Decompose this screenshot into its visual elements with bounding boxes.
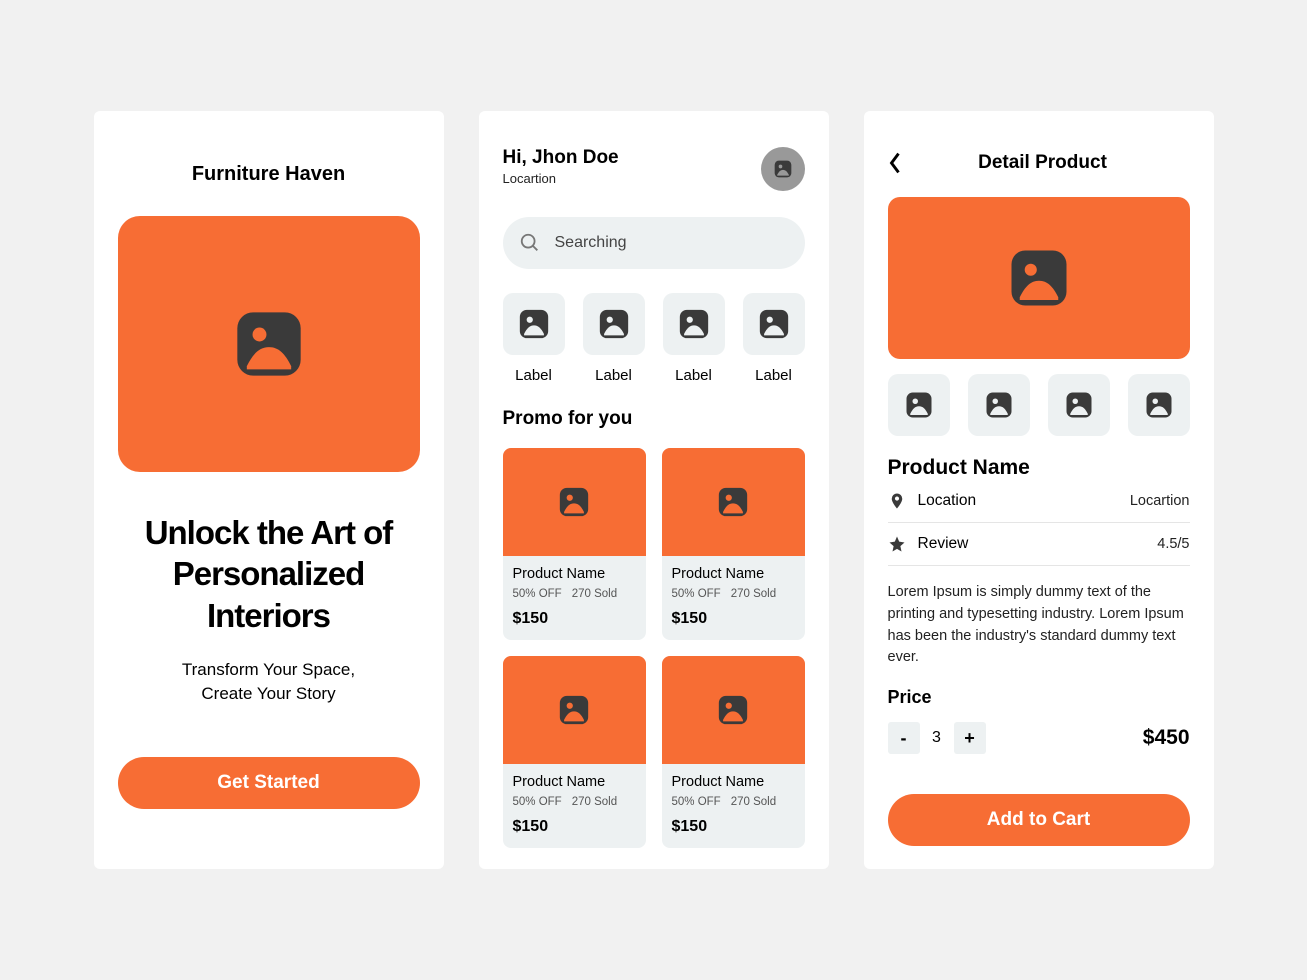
avatar[interactable]: [761, 147, 805, 191]
sold-count: 270 Sold: [572, 588, 617, 600]
image-placeholder-icon: [557, 693, 591, 727]
category-label: Label: [675, 367, 712, 384]
discount-badge: 50% OFF: [513, 796, 562, 808]
product-name: Product Name: [513, 566, 636, 582]
sold-count: 270 Sold: [731, 796, 776, 808]
discount-badge: 50% OFF: [672, 796, 721, 808]
avatar-image-icon: [773, 159, 793, 179]
subtitle-line2: Create Your Story: [118, 682, 420, 707]
onboarding-screen: Furniture Haven Unlock the Art of Person…: [94, 111, 444, 869]
product-price: $150: [513, 610, 636, 628]
subtitle-line1: Transform Your Space,: [118, 658, 420, 683]
promo-section-title: Promo for you: [503, 408, 805, 430]
image-placeholder-icon: [231, 306, 307, 382]
image-placeholder-icon: [597, 307, 631, 341]
quantity-stepper: - 3 +: [888, 722, 986, 754]
search-placeholder: Searching: [555, 234, 627, 252]
thumbnail[interactable]: [968, 374, 1030, 436]
image-placeholder-icon: [716, 485, 750, 519]
category-row: Label Label Label Label: [503, 293, 805, 384]
discount-badge: 50% OFF: [513, 588, 562, 600]
category-item[interactable]: Label: [583, 293, 645, 384]
get-started-button[interactable]: Get Started: [118, 757, 420, 809]
product-card[interactable]: Product Name 50% OFF 270 Sold $150: [503, 656, 646, 848]
total-price: $450: [1143, 726, 1190, 750]
subtitle: Transform Your Space, Create Your Story: [118, 658, 420, 707]
image-placeholder-icon: [677, 307, 711, 341]
detail-screen: Detail Product Product Name Location Loc…: [864, 111, 1214, 869]
product-price: $150: [672, 818, 795, 836]
image-placeholder-icon: [904, 390, 934, 420]
home-screen: Hi, Jhon Doe Locartion Searching Label L…: [479, 111, 829, 869]
sold-count: 270 Sold: [731, 588, 776, 600]
review-value: 4.5/5: [1157, 536, 1189, 552]
product-description: Lorem Ipsum is simply dummy text of the …: [888, 582, 1190, 669]
review-row: Review 4.5/5: [888, 523, 1190, 566]
brand-title: Furniture Haven: [118, 163, 420, 186]
user-location: Locartion: [503, 171, 619, 186]
category-item[interactable]: Label: [663, 293, 725, 384]
category-item[interactable]: Label: [503, 293, 565, 384]
thumbnail[interactable]: [888, 374, 950, 436]
headline: Unlock the Art of Personalized Interiors: [118, 512, 420, 636]
product-card[interactable]: Product Name 50% OFF 270 Sold $150: [662, 656, 805, 848]
product-hero-image: [888, 197, 1190, 359]
category-label: Label: [755, 367, 792, 384]
product-name: Product Name: [672, 566, 795, 582]
image-placeholder-icon: [557, 485, 591, 519]
increment-button[interactable]: +: [954, 722, 986, 754]
image-placeholder-icon: [757, 307, 791, 341]
image-placeholder-icon: [1006, 245, 1072, 311]
image-placeholder-icon: [1144, 390, 1174, 420]
review-label: Review: [918, 535, 969, 553]
product-name: Product Name: [888, 456, 1190, 480]
image-placeholder-icon: [984, 390, 1014, 420]
quantity-value: 3: [930, 729, 944, 747]
add-to-cart-button[interactable]: Add to Cart: [888, 794, 1190, 846]
image-placeholder-icon: [1064, 390, 1094, 420]
location-row: Location Locartion: [888, 480, 1190, 523]
image-placeholder-icon: [517, 307, 551, 341]
thumbnail-row: [888, 374, 1190, 436]
price-label: Price: [888, 687, 1190, 708]
star-icon: [888, 535, 906, 553]
search-input[interactable]: Searching: [503, 217, 805, 269]
page-title: Detail Product: [896, 152, 1190, 174]
thumbnail[interactable]: [1048, 374, 1110, 436]
product-grid: Product Name 50% OFF 270 Sold $150 Produc…: [503, 448, 805, 848]
product-name: Product Name: [672, 774, 795, 790]
pin-icon: [888, 492, 906, 510]
search-icon: [519, 232, 541, 254]
product-card[interactable]: Product Name 50% OFF 270 Sold $150: [662, 448, 805, 640]
product-card[interactable]: Product Name 50% OFF 270 Sold $150: [503, 448, 646, 640]
greeting: Hi, Jhon Doe: [503, 147, 619, 169]
discount-badge: 50% OFF: [672, 588, 721, 600]
hero-image: [118, 216, 420, 472]
category-label: Label: [515, 367, 552, 384]
image-placeholder-icon: [716, 693, 750, 727]
sold-count: 270 Sold: [572, 796, 617, 808]
product-name: Product Name: [513, 774, 636, 790]
location-label: Location: [918, 492, 977, 510]
decrement-button[interactable]: -: [888, 722, 920, 754]
product-price: $150: [672, 610, 795, 628]
thumbnail[interactable]: [1128, 374, 1190, 436]
category-label: Label: [595, 367, 632, 384]
location-value: Locartion: [1130, 493, 1190, 509]
product-price: $150: [513, 818, 636, 836]
category-item[interactable]: Label: [743, 293, 805, 384]
